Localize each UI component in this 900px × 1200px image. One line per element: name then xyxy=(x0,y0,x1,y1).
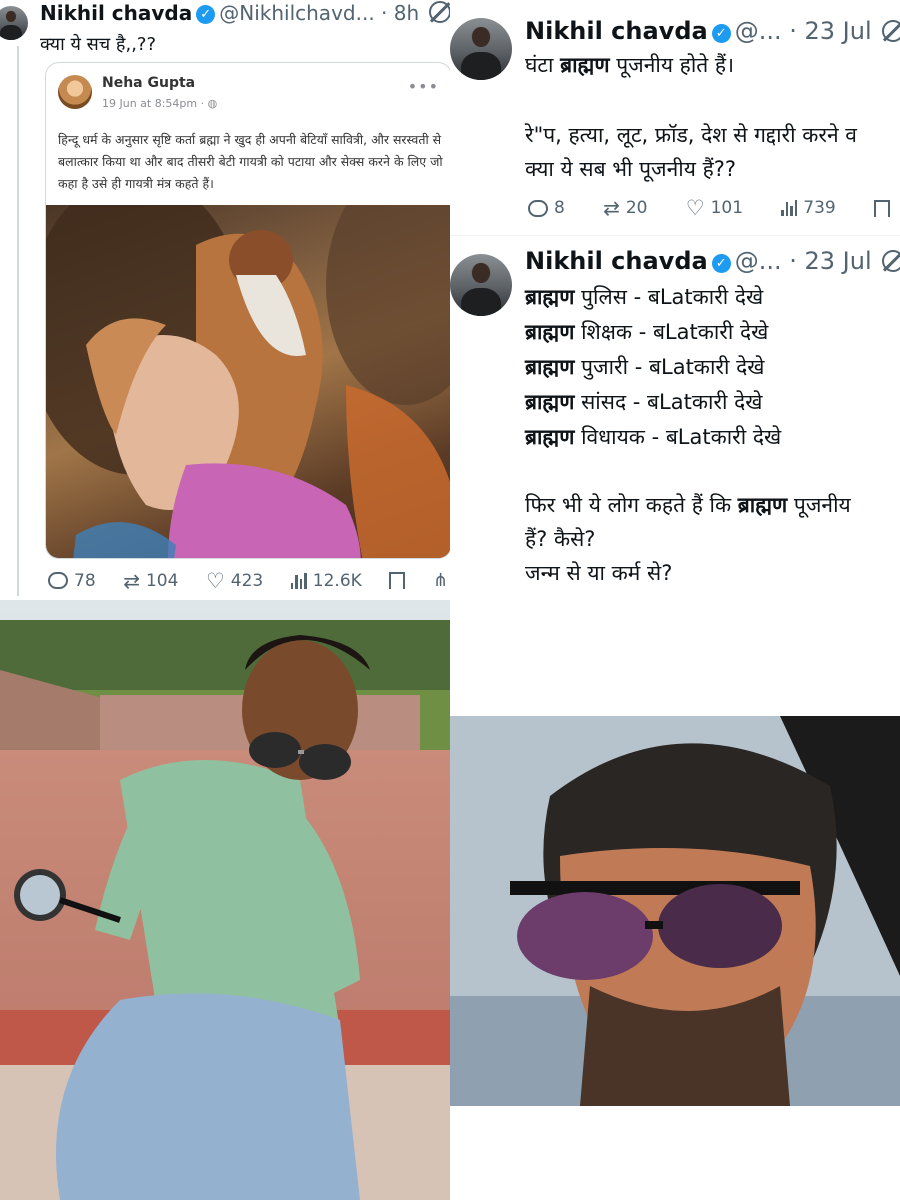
tweet-closing-line-2: हैं? कैसे? xyxy=(525,527,596,551)
tweet-line: ब्राह्मण शिक्षक - बLatकारी देखे xyxy=(525,315,768,349)
like-count: 423 xyxy=(230,570,264,591)
tweet-line: ब्राह्मण पुलिस - बLatकारी देखे xyxy=(525,280,763,314)
bookmark-button[interactable] xyxy=(873,199,890,222)
bookmark-button[interactable] xyxy=(389,572,406,594)
grok-icon[interactable] xyxy=(429,1,450,23)
tweet-closing-line-3: जन्म से या कर्म से? xyxy=(525,561,673,585)
photo-illustration xyxy=(0,600,450,1200)
author-name[interactable]: Nikhil chavda xyxy=(525,247,708,275)
views-count: 12.6K xyxy=(312,570,362,591)
share-button[interactable]: ⋔ xyxy=(433,570,448,591)
like-button[interactable]: ♡ 423 xyxy=(205,568,264,593)
verified-badge-icon: ✓ xyxy=(196,5,216,24)
text-segment: फिर भी ये लोग कहते हैं कि xyxy=(525,493,738,517)
reply-button[interactable]: 8 xyxy=(528,198,565,218)
tweet-text-line-1: घंटा ब्राह्मण पूजनीय होते हैं। xyxy=(525,48,734,82)
repost-count: 104 xyxy=(145,570,179,591)
text-bold-segment: ब्राह्मण xyxy=(525,355,575,379)
repost-icon: ⇄ xyxy=(123,568,140,593)
text-segment: पुलिस - बLatकारी देखे xyxy=(574,285,764,309)
tweet-panel-2: Nikhil chavda ✓ @... · 23 Jul घंटा ब्राह्म… xyxy=(450,0,900,236)
tweet-panel-1: Nikhil chavda ✓ @Nikhilchavd... · 8h क्या … xyxy=(0,0,450,600)
tweet-line: ब्राह्मण पुजारी - बLatकारी देखे xyxy=(525,350,764,384)
share-icon: ⋔ xyxy=(432,570,448,591)
text-segment: पूजनीय होते हैं। xyxy=(609,53,735,77)
bookmark-icon xyxy=(389,572,406,594)
text-bold-segment: ब्राह्मण xyxy=(737,493,788,517)
text-bold-segment: ब्राह्मण xyxy=(525,390,575,414)
avatar[interactable] xyxy=(0,6,28,40)
tweet-text-line-2: रे"प, हत्या, लूट, फ्रॉड, देश से गद्दारी … xyxy=(525,123,857,147)
tweet-actions: 8 ⇄ 20 ♡ 101 739 xyxy=(528,196,900,222)
text-segment: सांसद - बLatकारी देखे xyxy=(574,390,763,414)
painting-illustration xyxy=(46,165,450,558)
bookmark-icon xyxy=(873,199,890,222)
avatar[interactable] xyxy=(450,254,512,316)
author-name[interactable]: Nikhil chavda xyxy=(525,17,708,45)
quoted-image xyxy=(46,165,450,558)
text-segment: पूजनीय xyxy=(787,493,851,517)
views-button[interactable]: 739 xyxy=(781,198,836,218)
text-bold-segment: ब्राह्मण xyxy=(525,425,575,449)
quoted-post-card[interactable]: Neha Gupta 19 Jun at 8:54pm · ◍ ••• हिन्… xyxy=(45,62,450,559)
text-segment: विधायक - बLatकारी देखे xyxy=(574,425,782,449)
like-icon: ♡ xyxy=(685,196,705,220)
reply-button[interactable]: 78 xyxy=(48,571,96,591)
repost-count: 20 xyxy=(625,198,648,218)
repost-button[interactable]: ⇄ 20 xyxy=(603,198,647,218)
tweet-time[interactable]: · 8h xyxy=(381,1,419,25)
reply-icon xyxy=(528,199,548,217)
reply-count: 8 xyxy=(554,198,565,218)
repost-button[interactable]: ⇄ 104 xyxy=(123,571,178,591)
text-bold-segment: ब्राह्मण xyxy=(525,320,575,344)
views-count: 739 xyxy=(803,198,836,218)
tweet-actions: 78 ⇄ 104 ♡ 423 12.6K ⋔ xyxy=(48,568,448,594)
tweet-closing-line-1: फिर भी ये लोग कहते हैं कि ब्राह्मण पूजनी… xyxy=(525,488,851,522)
like-count: 101 xyxy=(710,198,744,218)
text-segment: घंटा xyxy=(525,53,561,77)
photo-illustration xyxy=(450,716,900,1106)
tweet-header: Nikhil chavda ✓ @... · 23 Jul xyxy=(525,14,900,48)
globe-icon: ◍ xyxy=(207,97,218,110)
reply-icon xyxy=(48,572,68,589)
text-bold-segment: ब्राह्मण xyxy=(525,285,575,309)
person-photo-left xyxy=(0,600,450,1200)
author-handle[interactable]: @... xyxy=(735,247,782,275)
tweet-text-line-3: क्या ये सब भी पूजनीय हैं?? xyxy=(525,157,737,181)
avatar[interactable] xyxy=(450,18,512,80)
views-icon xyxy=(781,200,798,216)
tweet-line: ब्राह्मण सांसद - बLatकारी देखे xyxy=(525,385,762,419)
quoted-author: Neha Gupta xyxy=(102,75,196,91)
quoted-date-text: 19 Jun at 8:54pm · xyxy=(102,97,208,110)
tweet-text: क्या ये सच है,,?? xyxy=(40,34,157,55)
reply-count: 78 xyxy=(74,570,96,591)
text-segment: शिक्षक - बLatकारी देखे xyxy=(574,320,769,344)
grok-icon[interactable] xyxy=(881,250,900,272)
tweet-time[interactable]: · 23 Jul xyxy=(789,17,871,45)
tweet-time[interactable]: · 23 Jul xyxy=(789,247,871,275)
author-name[interactable]: Nikhil chavda xyxy=(40,1,192,25)
quoted-text: हिन्दू धर्म के अनुसार सृष्टि कर्ता ब्रह्… xyxy=(58,132,443,191)
text-segment: पुजारी - बLatकारी देखे xyxy=(574,355,765,379)
verified-badge-icon: ✓ xyxy=(711,24,731,43)
tweet-line: ब्राह्मण विधायक - बLatकारी देखे xyxy=(525,420,781,454)
tweet-header: Nikhil chavda ✓ @... · 23 Jul xyxy=(525,244,900,278)
author-handle[interactable]: @... xyxy=(735,17,782,45)
thread-line xyxy=(17,46,19,596)
quoted-avatar xyxy=(58,75,92,109)
person-photo-right xyxy=(450,716,900,1106)
like-button[interactable]: ♡ 101 xyxy=(685,196,744,220)
like-icon: ♡ xyxy=(205,568,225,593)
verified-badge-icon: ✓ xyxy=(711,254,731,273)
repost-icon: ⇄ xyxy=(603,196,620,220)
author-handle[interactable]: @Nikhilchavd... xyxy=(219,1,374,25)
views-button[interactable]: 12.6K xyxy=(290,570,362,591)
tweet-header: Nikhil chavda ✓ @Nikhilchavd... · 8h xyxy=(40,0,450,26)
grok-icon[interactable] xyxy=(881,20,900,42)
tweet-panel-3: Nikhil chavda ✓ @... · 23 Jul ब्राह्मण पुल… xyxy=(450,236,900,606)
more-options-icon[interactable]: ••• xyxy=(408,77,439,96)
views-icon xyxy=(290,572,307,589)
quoted-date: 19 Jun at 8:54pm · ◍ xyxy=(102,97,217,110)
text-bold-segment: ब्राह्मण xyxy=(560,53,610,77)
